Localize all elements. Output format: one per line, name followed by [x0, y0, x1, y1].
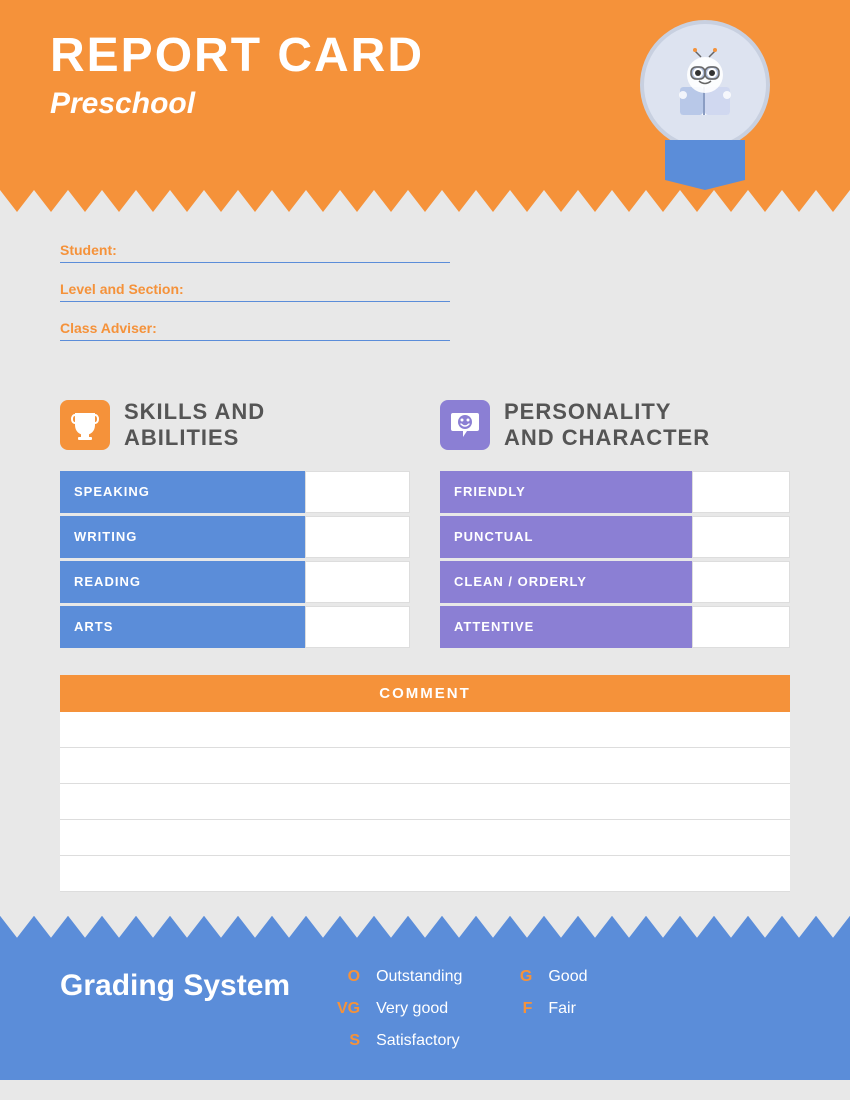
grading-col-right: G Good F Fair — [502, 968, 587, 1050]
adviser-line — [60, 340, 450, 341]
table-row: ARTS — [60, 606, 410, 648]
trait-label-punctual: PUNCTUAL — [440, 516, 692, 558]
grade-code-s: S — [330, 1032, 360, 1050]
grade-desc-g: Good — [548, 968, 587, 986]
skill-value-arts — [305, 606, 410, 648]
skill-label-reading: READING — [60, 561, 305, 603]
grading-col-left: O Outstanding VG Very good S Satisfactor… — [330, 968, 462, 1050]
badge-circle — [640, 20, 770, 150]
skills-section: SKILLS AND ABILITIES SPEAKING WRITING RE… — [60, 399, 410, 651]
level-line — [60, 301, 450, 302]
grade-code-g: G — [502, 968, 532, 986]
grade-desc-vg: Very good — [376, 1000, 448, 1018]
grade-item-vg: VG Very good — [330, 1000, 462, 1018]
personality-title: PERSONALITY AND CHARACTER — [504, 399, 710, 452]
level-label: Level and Section: — [60, 281, 790, 297]
grade-item-s: S Satisfactory — [330, 1032, 462, 1050]
level-row: Level and Section: — [60, 281, 790, 302]
skill-value-writing — [305, 516, 410, 558]
grade-code-f: F — [502, 1000, 532, 1018]
grade-desc-s: Satisfactory — [376, 1032, 460, 1050]
comment-line — [60, 784, 790, 820]
adviser-label: Class Adviser: — [60, 320, 790, 336]
grade-desc-f: Fair — [548, 1000, 576, 1018]
student-label: Student: — [60, 242, 790, 258]
badge — [640, 20, 770, 190]
table-row: CLEAN / ORDERLY — [440, 561, 790, 603]
personality-section: PERSONALITY AND CHARACTER FRIENDLY PUNCT… — [440, 399, 790, 651]
table-row: READING — [60, 561, 410, 603]
trait-label-friendly: FRIENDLY — [440, 471, 692, 513]
comment-line — [60, 748, 790, 784]
main-content: Student: Level and Section: Class Advise… — [0, 212, 850, 892]
smiley-icon — [440, 400, 490, 450]
table-row: FRIENDLY — [440, 471, 790, 513]
personality-table: FRIENDLY PUNCTUAL CLEAN / ORDERLY ATTENT… — [440, 468, 790, 651]
trait-label-attentive: ATTENTIVE — [440, 606, 692, 648]
comment-header: COMMENT — [60, 675, 790, 712]
comment-line — [60, 856, 790, 892]
trait-value-clean — [692, 561, 790, 603]
personality-header: PERSONALITY AND CHARACTER — [440, 399, 790, 452]
grading-system-title: Grading System — [60, 968, 290, 1004]
adviser-row: Class Adviser: — [60, 320, 790, 341]
trait-label-clean: CLEAN / ORDERLY — [440, 561, 692, 603]
badge-ribbon — [665, 140, 745, 190]
comment-section: COMMENT — [60, 675, 790, 892]
skill-value-reading — [305, 561, 410, 603]
trait-value-friendly — [692, 471, 790, 513]
grade-item-o: O Outstanding — [330, 968, 462, 986]
trophy-icon — [60, 400, 110, 450]
comment-line — [60, 820, 790, 856]
reader-icon — [665, 45, 745, 125]
grade-item-g: G Good — [502, 968, 587, 986]
grade-code-vg: VG — [330, 1000, 360, 1018]
skills-header: SKILLS AND ABILITIES — [60, 399, 410, 452]
student-info: Student: Level and Section: Class Advise… — [60, 232, 790, 379]
table-row: PUNCTUAL — [440, 516, 790, 558]
skills-title: SKILLS AND ABILITIES — [124, 399, 265, 452]
skill-label-writing: WRITING — [60, 516, 305, 558]
skills-table: SPEAKING WRITING READING ARTS — [60, 468, 410, 651]
zigzag-divider-bottom — [0, 916, 850, 938]
table-row: ATTENTIVE — [440, 606, 790, 648]
sections-row: SKILLS AND ABILITIES SPEAKING WRITING RE… — [60, 399, 790, 651]
table-row: WRITING — [60, 516, 410, 558]
grading-items: O Outstanding VG Very good S Satisfactor… — [330, 968, 790, 1050]
student-row: Student: — [60, 242, 790, 263]
footer: Grading System O Outstanding VG Very goo… — [0, 938, 850, 1080]
skill-value-speaking — [305, 471, 410, 513]
student-line — [60, 262, 450, 263]
trait-value-attentive — [692, 606, 790, 648]
comment-lines — [60, 712, 790, 892]
skill-label-speaking: SPEAKING — [60, 471, 305, 513]
grade-item-f: F Fair — [502, 1000, 587, 1018]
skill-label-arts: ARTS — [60, 606, 305, 648]
grade-code-o: O — [330, 968, 360, 986]
trait-value-punctual — [692, 516, 790, 558]
header: REPORT CARD Preschool — [0, 0, 850, 190]
grade-desc-o: Outstanding — [376, 968, 462, 986]
zigzag-divider-top — [0, 190, 850, 212]
comment-line — [60, 712, 790, 748]
table-row: SPEAKING — [60, 471, 410, 513]
